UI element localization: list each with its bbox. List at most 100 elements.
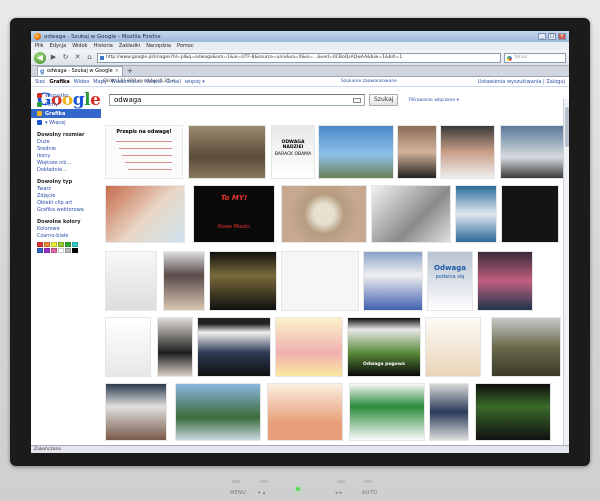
address-bar[interactable]: http://www.google.pl/images?hl=pl&q=odwa… xyxy=(97,52,501,63)
image-thumbnail[interactable] xyxy=(267,383,343,441)
maximize-icon[interactable]: □ xyxy=(548,33,556,40)
filter-link[interactable]: Dokładnie... xyxy=(37,167,101,174)
color-swatch[interactable] xyxy=(37,248,43,253)
image-thumbnail[interactable] xyxy=(500,125,569,179)
image-thumbnail[interactable] xyxy=(281,251,359,311)
image-thumbnail[interactable] xyxy=(425,317,481,377)
thumbnail-caption: Nowe Miasto xyxy=(218,224,250,230)
tab-active[interactable]: odwaga - Szukaj w Google × xyxy=(37,66,123,76)
minimize-icon[interactable]: _ xyxy=(538,33,546,40)
image-thumbnail[interactable]: To MY! Nowe Miasto xyxy=(193,185,275,243)
gbar-link[interactable]: więcej ▾ xyxy=(185,79,205,85)
menu-item[interactable]: Edycja xyxy=(50,43,67,49)
sidebar-service[interactable]: ▾ Więcej xyxy=(31,118,101,127)
browser-search-input[interactable]: Yahoo xyxy=(504,52,566,63)
image-thumbnail[interactable] xyxy=(157,317,193,377)
image-thumbnail[interactable] xyxy=(491,317,561,377)
gbar-link[interactable]: Grafika xyxy=(49,79,69,85)
image-thumbnail[interactable] xyxy=(188,125,266,179)
monitor-menu-button[interactable] xyxy=(232,480,240,483)
filter-link[interactable]: Duże xyxy=(37,139,101,146)
monitor-auto-button[interactable] xyxy=(364,480,372,483)
reload-icon[interactable]: ↻ xyxy=(61,53,70,62)
color-swatch[interactable] xyxy=(58,242,64,247)
image-thumbnail[interactable] xyxy=(477,251,533,311)
new-tab-icon[interactable]: + xyxy=(127,66,133,76)
filter-link[interactable]: Twarz xyxy=(37,186,101,193)
filter-link[interactable]: Ikony xyxy=(37,153,101,160)
color-swatch[interactable] xyxy=(51,242,57,247)
settings-links[interactable]: Ustawienia wyszukiwania | Zaloguj xyxy=(478,79,565,85)
image-thumbnail[interactable] xyxy=(163,251,205,311)
color-swatch[interactable] xyxy=(65,248,71,253)
image-thumbnail[interactable] xyxy=(440,125,495,179)
color-swatch[interactable] xyxy=(65,242,71,247)
search-button[interactable]: Szukaj xyxy=(369,94,399,106)
image-thumbnail[interactable] xyxy=(105,251,157,311)
image-thumbnail[interactable] xyxy=(105,317,151,377)
filter-link[interactable]: Większe niż... xyxy=(37,160,101,167)
image-thumbnail[interactable] xyxy=(275,317,343,377)
tab-close-icon[interactable]: × xyxy=(115,67,119,76)
color-swatch[interactable] xyxy=(58,248,64,253)
image-thumbnail[interactable] xyxy=(281,185,367,243)
monitor-input-button[interactable] xyxy=(337,480,345,483)
close-icon[interactable]: × xyxy=(558,33,566,40)
sidebar-service[interactable]: Filmy xyxy=(31,100,101,109)
color-swatch[interactable] xyxy=(44,242,50,247)
image-thumbnail[interactable] xyxy=(105,383,167,441)
image-thumbnail[interactable] xyxy=(475,383,551,441)
image-thumbnail[interactable] xyxy=(318,125,394,179)
filter-link[interactable]: Czarno-białe xyxy=(37,233,101,240)
image-thumbnail[interactable] xyxy=(371,185,451,243)
color-swatch[interactable] xyxy=(37,242,43,247)
image-thumbnail[interactable] xyxy=(349,383,425,441)
thumbnail-caption: Odwaga pogowa xyxy=(363,362,405,367)
stop-icon[interactable]: ✕ xyxy=(73,53,82,62)
image-thumbnail[interactable] xyxy=(209,251,277,311)
filter-link[interactable]: Kolorowe xyxy=(37,226,101,233)
image-thumbnail[interactable] xyxy=(429,383,469,441)
image-thumbnail[interactable]: Odwaga podania się xyxy=(427,251,473,311)
home-icon[interactable]: ⌂ xyxy=(85,53,94,62)
monitor-down-button[interactable] xyxy=(260,480,268,483)
color-swatch[interactable] xyxy=(51,248,57,253)
forward-arrow-icon[interactable]: ▶ xyxy=(49,53,58,62)
window-titlebar: odwaga - Szukaj w Google - Mozilla Firef… xyxy=(31,31,569,42)
menu-item[interactable]: Widok xyxy=(72,43,87,49)
gbar-link[interactable]: Sieć xyxy=(35,79,45,85)
image-thumbnail[interactable]: ODWAGA NADZIEI BARACK OBAMA xyxy=(271,125,315,179)
keyboard-icon[interactable] xyxy=(353,97,361,103)
menu-item[interactable]: Pomoc xyxy=(177,43,194,49)
monitor-menu-label: MENU xyxy=(230,490,247,496)
image-thumbnail[interactable]: Odwaga pogowa xyxy=(347,317,421,377)
image-thumbnail[interactable] xyxy=(105,185,185,243)
image-thumbnail[interactable] xyxy=(363,251,423,311)
image-thumbnail[interactable] xyxy=(397,125,437,179)
safe-search-filter[interactable]: Filtrowanie włączone ▾ xyxy=(408,98,458,103)
image-thumbnail[interactable] xyxy=(501,185,559,243)
menu-item[interactable]: Plik xyxy=(35,43,44,49)
back-arrow-icon[interactable]: ◀ xyxy=(34,51,46,64)
image-thumbnail[interactable] xyxy=(197,317,271,377)
image-thumbnail[interactable]: Przepis na odwagę! xyxy=(105,125,183,179)
filter-link[interactable]: Średnie xyxy=(37,146,101,153)
color-swatch[interactable] xyxy=(44,248,50,253)
sidebar-service[interactable]: Wszystko xyxy=(31,91,101,100)
menu-item[interactable]: Historia xyxy=(94,43,113,49)
menu-item[interactable]: Narzędzia xyxy=(146,43,171,49)
image-thumbnail[interactable] xyxy=(455,185,497,243)
filter-link[interactable]: Grafika wektorowa xyxy=(37,207,101,214)
vertical-scrollbar[interactable] xyxy=(563,99,569,445)
sidebar-service[interactable]: Grafika xyxy=(31,109,101,118)
filter-link[interactable]: Obiekt clip art xyxy=(37,200,101,207)
color-swatch[interactable] xyxy=(72,248,78,253)
color-swatches xyxy=(31,242,101,253)
color-swatch[interactable] xyxy=(72,242,78,247)
search-query-input[interactable]: odwaga xyxy=(109,94,365,106)
image-thumbnail[interactable] xyxy=(175,383,261,441)
gbar-link[interactable]: Wideo xyxy=(74,79,90,85)
advanced-search-link[interactable]: Szukanie zaawansowane xyxy=(341,79,397,84)
menu-item[interactable]: Zakładki xyxy=(119,43,140,49)
filter-link[interactable]: Zdjęcie xyxy=(37,193,101,200)
